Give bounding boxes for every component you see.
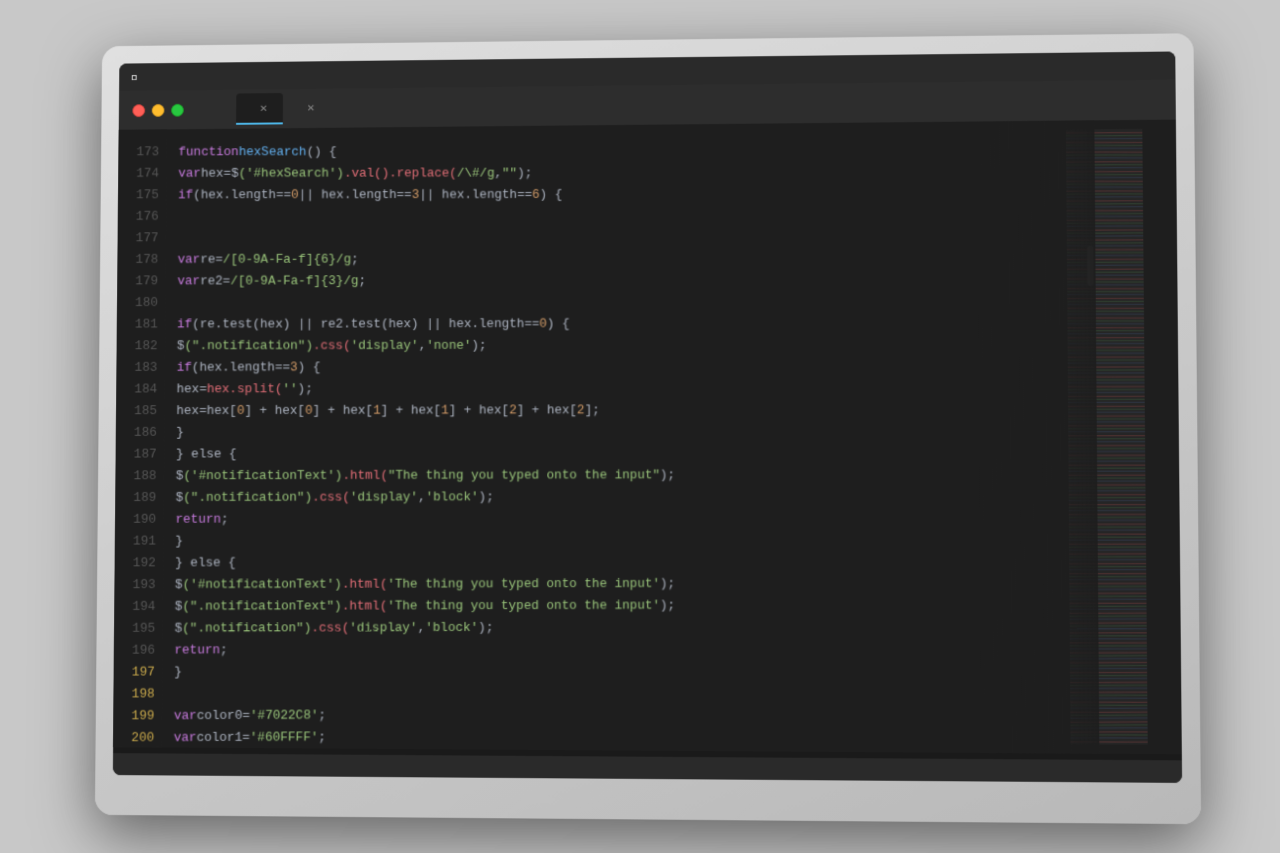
code-line-175: if (hex.length == 0 || hex.length == 3 |… — [178, 183, 1067, 205]
line-number-186: 186 — [116, 421, 157, 443]
close-button[interactable] — [132, 103, 145, 116]
line-number-182: 182 — [117, 335, 158, 357]
code-line-188: $('#notificationText').html("The thing y… — [176, 463, 1069, 486]
tab-index-html[interactable]: ✕ — [283, 92, 330, 124]
editor-container: 1731741751761771781791801811821831841851… — [113, 119, 1182, 754]
code-line-192: } else { — [175, 550, 1069, 574]
code-line-194: $(".notificationText").html('The thing y… — [175, 593, 1070, 617]
line-number-197: 197 — [114, 661, 155, 683]
apple-icon:  — [131, 69, 139, 85]
laptop-outer:  — [95, 33, 1201, 824]
editor-perspective: 1731741751761771781791801811821831841851… — [113, 129, 1148, 747]
line-number-180: 180 — [117, 292, 158, 314]
code-line-176 — [178, 205, 1067, 227]
line-number-175: 175 — [118, 184, 159, 206]
line-number-194: 194 — [114, 595, 155, 617]
code-line-195: $(".notification").css('display', 'block… — [174, 615, 1069, 639]
line-number-190: 190 — [115, 508, 156, 530]
code-area[interactable]: function hexSearch() { var hex = $('#hex… — [162, 129, 1071, 747]
line-number-187: 187 — [116, 443, 157, 465]
code-line-185: hex = hex[0] + hex[0] + hex[1] + hex[1] … — [176, 398, 1068, 421]
code-line-182: $(".notification").css('display', 'none'… — [177, 334, 1068, 357]
code-line-193: $('#notificationText').html('The thing y… — [175, 572, 1070, 596]
code-line-189: $(".notification").css('display', 'block… — [176, 485, 1069, 508]
line-number-193: 193 — [114, 574, 155, 596]
statusbar — [113, 753, 1182, 783]
line-number-196: 196 — [114, 639, 155, 661]
code-line-187: } else { — [176, 442, 1069, 465]
line-number-183: 183 — [116, 357, 157, 379]
code-line-197: } — [174, 659, 1070, 683]
code-line-173: function hexSearch() { — [178, 141, 1066, 163]
line-number-189: 189 — [115, 487, 156, 509]
tab-index-html-close[interactable]: ✕ — [307, 102, 315, 113]
code-line-183: if(hex.length == 3) { — [177, 355, 1068, 378]
code-line-200: var color1 = '#60FFFF'; — [174, 724, 1071, 746]
code-line-196: return; — [174, 637, 1070, 661]
code-line-199: var color0 = '#7022C8'; — [174, 702, 1071, 726]
minimap-content — [1066, 129, 1148, 744]
line-number-199: 199 — [113, 705, 154, 727]
code-line-198 — [174, 681, 1070, 705]
code-line-180 — [177, 291, 1067, 314]
code-line-174: var hex = $('#hexSearch').val().replace(… — [178, 162, 1066, 184]
line-number-176: 176 — [118, 206, 159, 228]
tab-main-js-close[interactable]: ✕ — [259, 103, 267, 114]
line-number-185: 185 — [116, 400, 157, 422]
minimize-button[interactable] — [152, 103, 165, 116]
code-line-184: hex = hex.split(''); — [176, 377, 1068, 400]
line-number-198: 198 — [113, 683, 154, 705]
scrollbar-thumb[interactable] — [1087, 245, 1093, 285]
line-number-195: 195 — [114, 617, 155, 639]
line-number-191: 191 — [115, 530, 156, 552]
line-number-177: 177 — [118, 227, 159, 249]
code-line-186: } — [176, 420, 1068, 443]
code-line-179: var re2 = /[0-9A-Fa-f]{3}/g; — [177, 269, 1067, 291]
code-line-181: if(re.test(hex) || re2.test(hex) || hex.… — [177, 312, 1068, 335]
line-number-188: 188 — [115, 465, 156, 487]
code-line-178: var re = /[0-9A-Fa-f]{6}/g; — [177, 248, 1067, 270]
code-line-190: return; — [175, 507, 1069, 530]
line-number-173: 173 — [118, 141, 159, 163]
line-number-179: 179 — [117, 270, 158, 292]
code-line-191: } — [175, 528, 1069, 551]
line-number-174: 174 — [118, 163, 159, 185]
line-number-181: 181 — [117, 313, 158, 335]
tab-main-js[interactable]: ✕ — [236, 93, 283, 125]
line-number-184: 184 — [116, 378, 157, 400]
maximize-button[interactable] — [171, 103, 184, 116]
traffic-lights — [132, 103, 183, 116]
line-number-192: 192 — [115, 552, 156, 574]
tabs-bar: ✕ ✕ — [236, 92, 331, 124]
code-line-177 — [178, 226, 1067, 248]
line-number-178: 178 — [117, 249, 158, 271]
line-numbers: 1731741751761771781791801811821831841851… — [113, 129, 167, 746]
minimap[interactable] — [1066, 129, 1148, 744]
screen-bezel:  — [113, 51, 1182, 782]
line-number-200: 200 — [113, 727, 154, 749]
